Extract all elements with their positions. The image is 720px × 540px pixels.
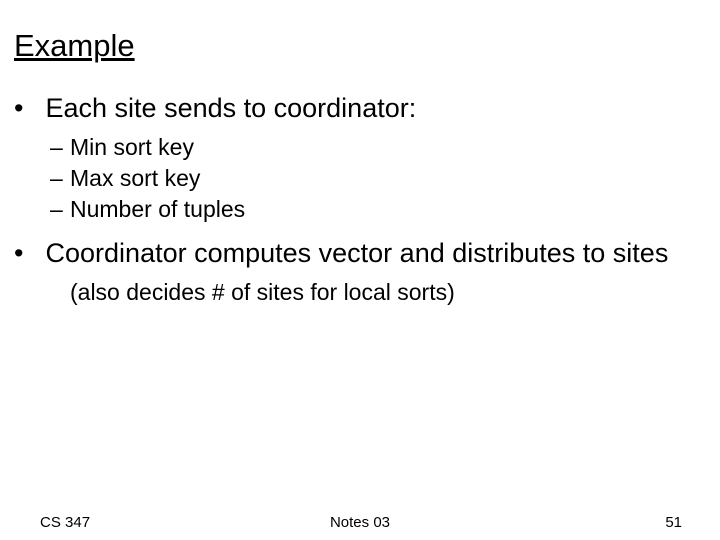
slide-title: Example [14,28,706,64]
sub-bullet-item: Number of tuples [70,194,706,225]
slide: Example Each site sends to coordinator: … [0,0,720,540]
bullet-list: Each site sends to coordinator: Min sort… [38,92,706,271]
sub-bullet-item: Max sort key [70,163,706,194]
bullet-note: (also decides # of sites for local sorts… [70,279,706,306]
footer-center: Notes 03 [0,514,720,531]
bullet-item: Coordinator computes vector and distribu… [38,237,706,271]
footer-right: 51 [665,514,682,531]
bullet-text: Each site sends to coordinator: [46,93,417,123]
sub-bullet-item: Min sort key [70,132,706,163]
bullet-item: Each site sends to coordinator: Min sort… [38,92,706,225]
sub-bullet-list: Min sort key Max sort key Number of tupl… [70,132,706,225]
bullet-text: Coordinator computes vector and distribu… [46,238,669,268]
